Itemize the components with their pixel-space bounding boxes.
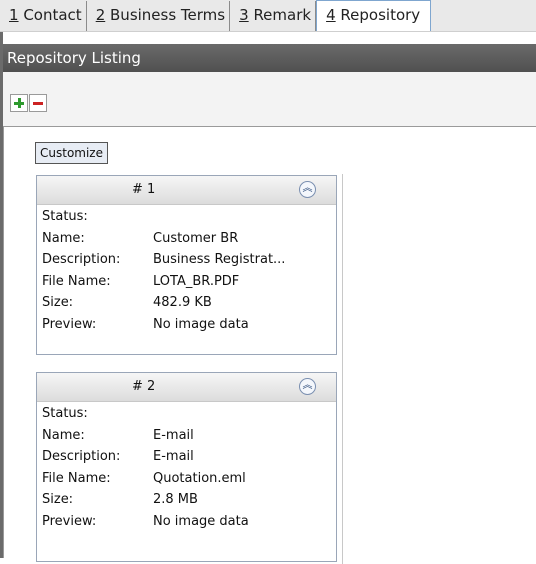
field-label: File Name: — [42, 273, 111, 289]
chevron-double-up-icon[interactable]: ︽ — [299, 181, 316, 198]
card-title: # 1 — [132, 182, 156, 197]
repository-card: # 1 ︽ Status: Name: Customer BR Descripti… — [36, 175, 337, 355]
field-label: Status: — [42, 406, 88, 421]
field-status: Status: — [42, 206, 336, 228]
field-value: Quotation.eml — [153, 470, 246, 486]
tab-remark[interactable]: 3 Remark — [230, 1, 317, 31]
section-title: Repository Listing — [7, 49, 141, 67]
field-label: Name: — [42, 230, 85, 246]
field-value: No image data — [153, 513, 249, 529]
field-status: Status: — [42, 403, 336, 425]
field-value: LOTA_BR.PDF — [153, 273, 240, 289]
tab-contact-key: 1 — [9, 6, 19, 24]
field-file-name: File Name: Quotation.eml — [42, 468, 336, 490]
customize-button[interactable]: Customize — [35, 142, 108, 164]
add-button[interactable] — [10, 94, 28, 112]
repository-panel: Repository Listing Customize # 1 ︽ Statu… — [0, 32, 536, 564]
field-preview: Preview: No image data — [42, 511, 336, 533]
chevron-double-up-icon[interactable]: ︽ — [299, 378, 316, 395]
field-value: No image data — [153, 316, 249, 332]
tab-business-terms-key: 2 — [95, 6, 106, 24]
field-size: Size: 2.8 MB — [42, 489, 336, 511]
field-preview: Preview: No image data — [42, 314, 336, 336]
field-name: Name: Customer BR — [42, 228, 336, 250]
tab-business-terms-label: Business Terms — [110, 6, 226, 24]
tab-repository-key: 4 — [326, 6, 336, 24]
field-file-name: File Name: LOTA_BR.PDF — [42, 271, 336, 293]
field-value: E-mail — [153, 449, 194, 464]
tab-contact[interactable]: 1 Contact — [0, 1, 87, 31]
section-header: Repository Listing — [3, 44, 536, 72]
field-label: Status: — [42, 209, 88, 224]
field-label: Size: — [42, 492, 74, 507]
scroll-track[interactable] — [342, 174, 343, 564]
remove-button[interactable] — [29, 94, 47, 112]
tab-strip: 1 Contact 2 Business Terms 3 Remark 4 Re… — [0, 0, 536, 32]
tab-repository[interactable]: 4 Repository — [316, 0, 432, 31]
card-header: # 1 ︽ — [37, 176, 336, 205]
field-description: Description: E-mail — [42, 446, 336, 468]
tab-contact-label: Contact — [23, 6, 82, 24]
tab-repository-label: Repository — [340, 6, 421, 24]
field-label: Preview: — [42, 316, 97, 332]
tab-business-terms[interactable]: 2 Business Terms — [87, 1, 231, 31]
card-title: # 2 — [132, 379, 156, 394]
field-label: Preview: — [42, 513, 97, 529]
field-value: Business Registrat... — [153, 252, 286, 267]
field-label: Description: — [42, 449, 121, 464]
repository-card: # 2 ︽ Status: Name: E-mail Description: E-… — [36, 372, 337, 562]
field-name: Name: E-mail — [42, 425, 336, 447]
tab-remark-key: 3 — [239, 6, 249, 24]
field-value: 482.9 KB — [153, 295, 212, 310]
field-value: Customer BR — [153, 230, 239, 246]
field-label: Name: — [42, 427, 85, 443]
field-value: E-mail — [153, 427, 194, 443]
field-description: Description: Business Registrat... — [42, 249, 336, 271]
card-header: # 2 ︽ — [37, 373, 336, 402]
field-label: Description: — [42, 252, 121, 267]
field-size: Size: 482.9 KB — [42, 292, 336, 314]
repository-listing: Customize # 1 ︽ Status: Name: Customer BR… — [3, 126, 536, 564]
field-value: 2.8 MB — [153, 492, 198, 507]
field-label: File Name: — [42, 470, 111, 486]
toolbar — [3, 72, 536, 126]
field-label: Size: — [42, 295, 74, 310]
tab-remark-label: Remark — [253, 6, 312, 24]
